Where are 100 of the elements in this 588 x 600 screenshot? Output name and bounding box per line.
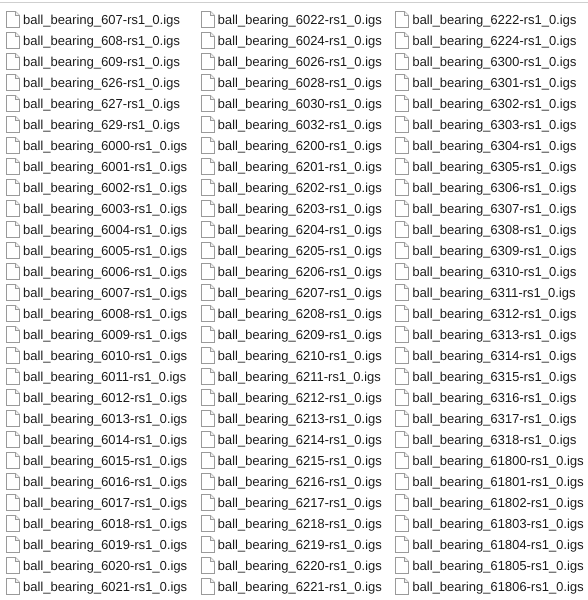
file-item[interactable]: ball_bearing_6302-rs1_0.igs <box>393 93 588 114</box>
file-item[interactable]: ball_bearing_6310-rs1_0.igs <box>393 261 588 282</box>
file-item[interactable]: ball_bearing_6304-rs1_0.igs <box>393 135 588 156</box>
file-icon <box>6 263 20 280</box>
file-icon <box>395 53 410 70</box>
file-item[interactable]: ball_bearing_6028-rs1_0.igs <box>198 72 394 93</box>
file-item[interactable]: ball_bearing_61805-rs1_0.igs <box>393 555 588 576</box>
file-item[interactable]: ball_bearing_608-rs1_0.igs <box>4 30 199 51</box>
file-item[interactable]: ball_bearing_6032-rs1_0.igs <box>198 114 394 135</box>
file-item[interactable]: ball_bearing_6308-rs1_0.igs <box>393 219 588 240</box>
file-item[interactable]: ball_bearing_6312-rs1_0.igs <box>393 303 588 324</box>
file-item[interactable]: ball_bearing_61804-rs1_0.igs <box>393 534 588 555</box>
file-item[interactable]: ball_bearing_6315-rs1_0.igs <box>393 366 588 387</box>
file-item[interactable]: ball_bearing_6213-rs1_0.igs <box>198 408 394 429</box>
file-item[interactable]: ball_bearing_6307-rs1_0.igs <box>393 198 588 219</box>
file-icon <box>6 368 20 385</box>
file-item[interactable]: ball_bearing_6300-rs1_0.igs <box>393 51 588 72</box>
file-item[interactable]: ball_bearing_6017-rs1_0.igs <box>4 492 199 513</box>
file-item[interactable]: ball_bearing_6314-rs1_0.igs <box>393 345 588 366</box>
file-item[interactable]: ball_bearing_6224-rs1_0.igs <box>393 30 588 51</box>
file-item[interactable]: ball_bearing_6022-rs1_0.igs <box>198 9 394 30</box>
file-item[interactable]: ball_bearing_6207-rs1_0.igs <box>198 282 394 303</box>
file-item[interactable]: ball_bearing_6005-rs1_0.igs <box>4 240 199 261</box>
file-item[interactable]: ball_bearing_627-rs1_0.igs <box>4 93 199 114</box>
file-item[interactable]: ball_bearing_6218-rs1_0.igs <box>198 513 394 534</box>
file-item[interactable]: ball_bearing_6018-rs1_0.igs <box>4 513 199 534</box>
file-item[interactable]: ball_bearing_6030-rs1_0.igs <box>198 93 394 114</box>
file-item[interactable]: ball_bearing_6024-rs1_0.igs <box>198 30 394 51</box>
file-icon <box>6 305 20 322</box>
file-icon <box>200 557 215 574</box>
file-item[interactable]: ball_bearing_6013-rs1_0.igs <box>4 408 199 429</box>
file-icon <box>6 74 20 91</box>
file-item[interactable]: ball_bearing_6318-rs1_0.igs <box>393 429 588 450</box>
file-icon <box>200 242 215 259</box>
file-item[interactable]: ball_bearing_6215-rs1_0.igs <box>198 450 394 471</box>
file-item[interactable]: ball_bearing_626-rs1_0.igs <box>4 72 199 93</box>
file-item[interactable]: ball_bearing_6301-rs1_0.igs <box>393 72 588 93</box>
file-item[interactable]: ball_bearing_6000-rs1_0.igs <box>4 135 199 156</box>
file-item[interactable]: ball_bearing_607-rs1_0.igs <box>4 9 199 30</box>
file-icon <box>200 347 215 364</box>
file-item[interactable]: ball_bearing_6209-rs1_0.igs <box>198 324 394 345</box>
file-item[interactable]: ball_bearing_61800-rs1_0.igs <box>393 450 588 471</box>
file-item[interactable]: ball_bearing_6309-rs1_0.igs <box>393 240 588 261</box>
file-item[interactable]: ball_bearing_6210-rs1_0.igs <box>198 345 394 366</box>
file-icon <box>6 326 20 343</box>
file-item[interactable]: ball_bearing_6015-rs1_0.igs <box>4 450 199 471</box>
file-item[interactable]: ball_bearing_6014-rs1_0.igs <box>4 429 199 450</box>
file-item[interactable]: ball_bearing_6201-rs1_0.igs <box>198 156 394 177</box>
file-item[interactable]: ball_bearing_6011-rs1_0.igs <box>4 366 199 387</box>
file-icon <box>395 221 410 238</box>
file-item[interactable]: ball_bearing_6313-rs1_0.igs <box>393 324 588 345</box>
file-item[interactable]: ball_bearing_6200-rs1_0.igs <box>198 135 394 156</box>
file-item[interactable]: ball_bearing_6202-rs1_0.igs <box>198 177 394 198</box>
file-item[interactable]: ball_bearing_6220-rs1_0.igs <box>198 555 394 576</box>
file-icon <box>395 284 410 301</box>
file-item[interactable]: ball_bearing_6305-rs1_0.igs <box>393 156 588 177</box>
file-item[interactable]: ball_bearing_6016-rs1_0.igs <box>4 471 199 492</box>
file-item[interactable]: ball_bearing_6316-rs1_0.igs <box>393 387 588 408</box>
file-item[interactable]: ball_bearing_6222-rs1_0.igs <box>393 9 588 30</box>
file-item[interactable]: ball_bearing_6001-rs1_0.igs <box>4 156 199 177</box>
file-item[interactable]: ball_bearing_6008-rs1_0.igs <box>4 303 199 324</box>
file-item[interactable]: ball_bearing_6219-rs1_0.igs <box>198 534 394 555</box>
file-item[interactable]: ball_bearing_61802-rs1_0.igs <box>393 492 588 513</box>
file-item[interactable]: ball_bearing_6212-rs1_0.igs <box>198 387 394 408</box>
file-item[interactable]: ball_bearing_61801-rs1_0.igs <box>393 471 588 492</box>
file-icon <box>6 494 20 511</box>
file-item[interactable]: ball_bearing_6306-rs1_0.igs <box>393 177 588 198</box>
file-icon <box>395 305 410 322</box>
file-item[interactable]: ball_bearing_6019-rs1_0.igs <box>4 534 199 555</box>
file-icon <box>6 158 20 175</box>
file-item[interactable]: ball_bearing_6221-rs1_0.igs <box>198 576 394 597</box>
file-item[interactable]: ball_bearing_6020-rs1_0.igs <box>4 555 199 576</box>
file-item[interactable]: ball_bearing_6217-rs1_0.igs <box>198 492 394 513</box>
file-item[interactable]: ball_bearing_6214-rs1_0.igs <box>198 429 394 450</box>
file-item[interactable]: ball_bearing_6012-rs1_0.igs <box>4 387 199 408</box>
file-item[interactable]: ball_bearing_629-rs1_0.igs <box>4 114 199 135</box>
file-item[interactable]: ball_bearing_6303-rs1_0.igs <box>393 114 588 135</box>
file-item[interactable]: ball_bearing_6010-rs1_0.igs <box>4 345 199 366</box>
file-item[interactable]: ball_bearing_6203-rs1_0.igs <box>198 198 394 219</box>
file-item[interactable]: ball_bearing_6211-rs1_0.igs <box>198 366 394 387</box>
file-item[interactable]: ball_bearing_6006-rs1_0.igs <box>4 261 199 282</box>
file-item[interactable]: ball_bearing_6311-rs1_0.igs <box>393 282 588 303</box>
file-item[interactable]: ball_bearing_6004-rs1_0.igs <box>4 219 199 240</box>
file-item[interactable]: ball_bearing_6206-rs1_0.igs <box>198 261 394 282</box>
file-item[interactable]: ball_bearing_6003-rs1_0.igs <box>4 198 199 219</box>
file-item[interactable]: ball_bearing_6205-rs1_0.igs <box>198 240 394 261</box>
file-item[interactable]: ball_bearing_61806-rs1_0.igs <box>393 576 588 597</box>
file-item[interactable]: ball_bearing_6204-rs1_0.igs <box>198 219 394 240</box>
file-item[interactable]: ball_bearing_6216-rs1_0.igs <box>198 471 394 492</box>
file-item[interactable]: ball_bearing_6208-rs1_0.igs <box>198 303 394 324</box>
file-item[interactable]: ball_bearing_6026-rs1_0.igs <box>198 51 394 72</box>
file-icon <box>200 452 215 469</box>
file-item[interactable]: ball_bearing_61803-rs1_0.igs <box>393 513 588 534</box>
file-item[interactable]: ball_bearing_609-rs1_0.igs <box>4 51 199 72</box>
file-icon <box>6 11 20 28</box>
file-item[interactable]: ball_bearing_6009-rs1_0.igs <box>4 324 199 345</box>
file-item[interactable]: ball_bearing_6021-rs1_0.igs <box>4 576 199 597</box>
file-item[interactable]: ball_bearing_6317-rs1_0.igs <box>393 408 588 429</box>
file-item[interactable]: ball_bearing_6007-rs1_0.igs <box>4 282 199 303</box>
file-item[interactable]: ball_bearing_6002-rs1_0.igs <box>4 177 199 198</box>
